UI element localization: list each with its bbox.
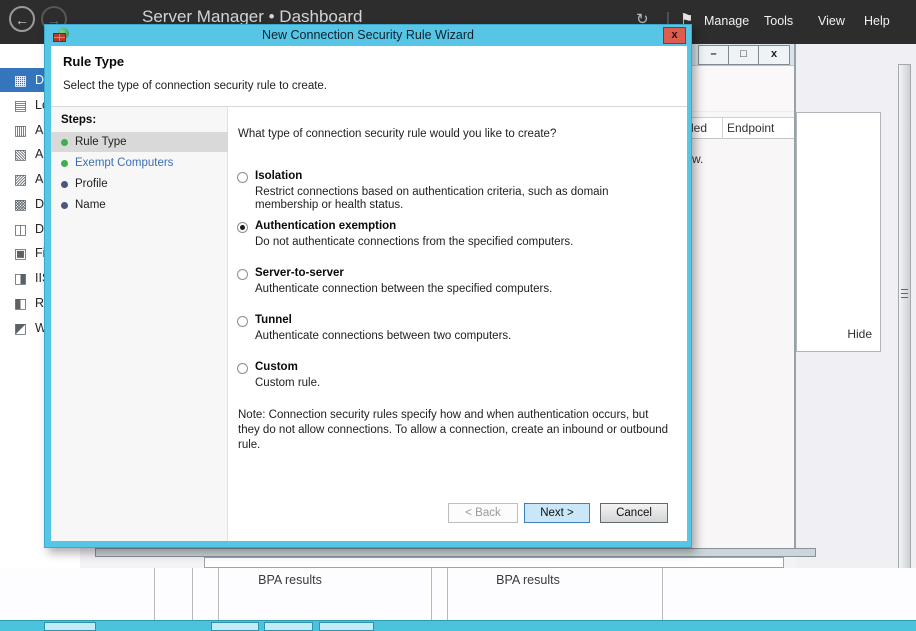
- menu-help[interactable]: Help: [864, 14, 890, 28]
- step-label: Name: [75, 199, 106, 211]
- remote-services-icon: ◧: [12, 295, 29, 312]
- wizard-titlebar[interactable]: New Connection Security Rule Wizard x: [45, 25, 691, 46]
- radio-authentication-exemption[interactable]: [237, 222, 248, 233]
- steps-label: Steps:: [61, 114, 96, 126]
- option-description: Authenticate connections between two com…: [255, 330, 655, 343]
- desktop: ← → Server Manager • Dashboard ↻ | ⚑ Man…: [0, 0, 916, 631]
- tile-divider: [218, 568, 219, 620]
- tile-divider: [447, 568, 448, 620]
- file-storage-icon: ▣: [12, 245, 29, 262]
- question-text: What type of connection security rule wo…: [238, 128, 556, 140]
- page-title: Rule Type: [63, 54, 124, 69]
- radio-tunnel[interactable]: [237, 316, 248, 327]
- taskbar-button[interactable]: [211, 622, 259, 631]
- step-label: Profile: [75, 178, 108, 190]
- option-description: Custom rule.: [255, 377, 655, 390]
- option-label: Authentication exemption: [255, 220, 396, 232]
- option-label: Isolation: [255, 170, 302, 182]
- column-divider: [722, 118, 723, 139]
- radio-isolation[interactable]: [237, 172, 248, 183]
- step-bullet-icon: [61, 139, 68, 146]
- bpa-results-right: BPA results: [468, 573, 588, 587]
- option-label: Server-to-server: [255, 267, 344, 279]
- tile-divider: [662, 568, 663, 620]
- column-header-endpoint[interactable]: Endpoint: [727, 121, 774, 135]
- bpa-results-left: BPA results: [240, 573, 340, 587]
- wizard-content: Rule Type Select the type of connection …: [51, 46, 687, 541]
- cancel-button[interactable]: Cancel: [600, 503, 668, 523]
- step-label: Exempt Computers: [75, 157, 173, 169]
- column-header-enabled[interactable]: led: [691, 121, 707, 135]
- note-text: Note: Connection security rules specify …: [238, 408, 670, 453]
- option-label: Custom: [255, 361, 298, 373]
- step-label: Rule Type: [75, 136, 127, 148]
- option-description: Authenticate connection between the spec…: [255, 283, 655, 296]
- taskbar: [0, 620, 916, 631]
- option-label: Tunnel: [255, 314, 292, 326]
- menu-manage[interactable]: Manage: [704, 14, 749, 28]
- hide-link[interactable]: Hide: [847, 327, 872, 341]
- back-wizard-button[interactable]: < Back: [448, 503, 518, 523]
- vertical-scrollbar[interactable]: [898, 64, 911, 570]
- console-caption-buttons: – □ x: [698, 45, 790, 65]
- inner-window-bottom-edge: [204, 557, 784, 568]
- wizard-title: New Connection Security Rule Wizard: [45, 28, 691, 42]
- wds-icon: ◩: [12, 320, 29, 337]
- next-button[interactable]: Next >: [524, 503, 590, 523]
- dashboard-icon: ▦: [12, 72, 29, 89]
- wizard-header: Rule Type Select the type of connection …: [51, 46, 687, 106]
- step-name: Name: [51, 195, 228, 215]
- taskbar-button[interactable]: [44, 622, 96, 631]
- close-window-button[interactable]: x: [759, 46, 789, 64]
- console-column-headers: led Endpoint: [686, 117, 794, 139]
- iis-icon: ◨: [12, 270, 29, 287]
- menu-view[interactable]: View: [818, 14, 845, 28]
- taskbar-button[interactable]: [319, 622, 374, 631]
- ad-ds-icon: ▨: [12, 171, 29, 188]
- tile-divider: [154, 568, 155, 620]
- welcome-tile: Hide: [796, 112, 881, 352]
- page-subtitle: Select the type of connection security r…: [63, 80, 327, 92]
- radio-custom[interactable]: [237, 363, 248, 374]
- step-rule-type: Rule Type: [51, 132, 228, 152]
- tile-divider: [192, 568, 193, 620]
- dhcp-icon: ▩: [12, 196, 29, 213]
- close-icon[interactable]: x: [663, 27, 686, 44]
- steps-pane: Steps: Rule Type Exempt Computers Profil…: [51, 107, 228, 541]
- local-server-icon: ▤: [12, 97, 29, 114]
- tile-divider: [431, 568, 432, 620]
- firewall-console-window: – □ x led Endpoint w.: [686, 44, 796, 556]
- step-exempt-computers[interactable]: Exempt Computers: [51, 153, 228, 173]
- step-bullet-icon: [61, 160, 68, 167]
- step-bullet-icon: [61, 202, 68, 209]
- console-window-bottom-edge: [95, 548, 816, 557]
- all-servers-icon: ▥: [12, 122, 29, 139]
- new-connection-security-rule-wizard: New Connection Security Rule Wizard x Ru…: [44, 24, 692, 548]
- option-description: Restrict connections based on authentica…: [255, 186, 655, 212]
- option-description: Do not authenticate connections from the…: [255, 236, 655, 249]
- maximize-button[interactable]: □: [729, 46, 759, 64]
- ad-cs-icon: ▧: [12, 146, 29, 163]
- wizard-main-pane: What type of connection security rule wo…: [228, 107, 687, 541]
- console-toolbar: [686, 66, 794, 112]
- radio-server-to-server[interactable]: [237, 269, 248, 280]
- dashboard-bottom: [0, 568, 916, 620]
- dns-icon: ◫: [12, 221, 29, 238]
- step-bullet-icon: [61, 181, 68, 188]
- step-profile: Profile: [51, 174, 228, 194]
- back-button[interactable]: ←: [9, 6, 35, 32]
- menu-tools[interactable]: Tools: [764, 14, 793, 28]
- console-row-fragment: w.: [692, 152, 703, 166]
- minimize-button[interactable]: –: [699, 46, 729, 64]
- taskbar-button[interactable]: [264, 622, 313, 631]
